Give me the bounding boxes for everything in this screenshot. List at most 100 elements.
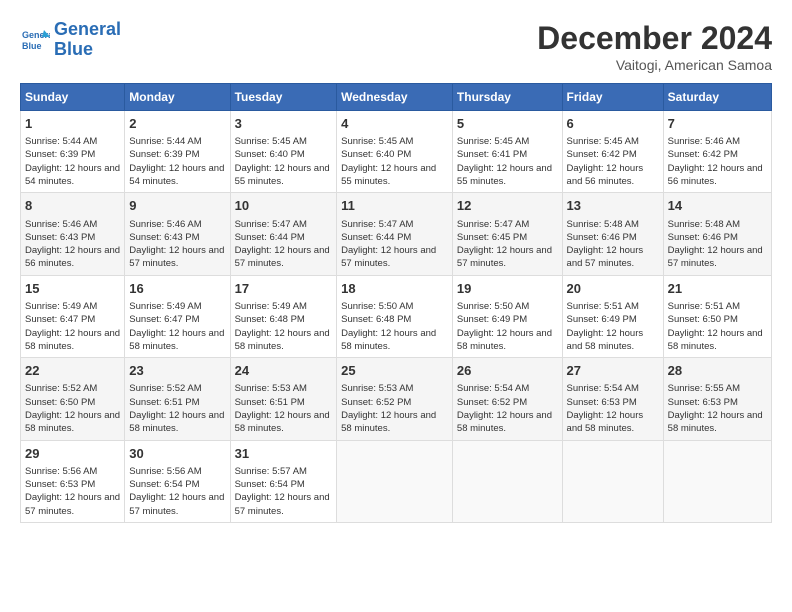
calendar-cell: 28Sunrise: 5:55 AMSunset: 6:53 PMDayligh…: [663, 358, 771, 440]
col-header-friday: Friday: [562, 84, 663, 111]
day-number: 21: [668, 280, 767, 298]
daylight-label: Daylight: 12 hours and 58 minutes.: [567, 328, 644, 352]
sunrise: Sunrise: 5:49 AM: [129, 301, 201, 312]
calendar-cell: 27Sunrise: 5:54 AMSunset: 6:53 PMDayligh…: [562, 358, 663, 440]
calendar-cell: [663, 440, 771, 522]
calendar-cell: 25Sunrise: 5:53 AMSunset: 6:52 PMDayligh…: [337, 358, 453, 440]
header-row: SundayMondayTuesdayWednesdayThursdayFrid…: [21, 84, 772, 111]
main-title: December 2024: [537, 20, 772, 57]
sunset: Sunset: 6:47 PM: [129, 314, 199, 325]
sunrise: Sunrise: 5:45 AM: [341, 136, 413, 147]
daylight-label: Daylight: 12 hours and 58 minutes.: [341, 328, 436, 352]
calendar-cell: 18Sunrise: 5:50 AMSunset: 6:48 PMDayligh…: [337, 275, 453, 357]
sunset: Sunset: 6:44 PM: [341, 232, 411, 243]
calendar-table: SundayMondayTuesdayWednesdayThursdayFrid…: [20, 83, 772, 523]
daylight-label: Daylight: 12 hours and 57 minutes.: [129, 492, 224, 516]
svg-text:Blue: Blue: [22, 41, 42, 51]
daylight-label: Daylight: 12 hours and 57 minutes.: [341, 245, 436, 269]
daylight-label: Daylight: 12 hours and 56 minutes.: [567, 163, 644, 187]
sunset: Sunset: 6:49 PM: [567, 314, 637, 325]
calendar-cell: 29Sunrise: 5:56 AMSunset: 6:53 PMDayligh…: [21, 440, 125, 522]
sunset: Sunset: 6:51 PM: [129, 397, 199, 408]
sunrise: Sunrise: 5:52 AM: [25, 383, 97, 394]
calendar-cell: 8Sunrise: 5:46 AMSunset: 6:43 PMDaylight…: [21, 193, 125, 275]
sunrise: Sunrise: 5:55 AM: [668, 383, 740, 394]
sub-title: Vaitogi, American Samoa: [537, 57, 772, 73]
sunset: Sunset: 6:53 PM: [25, 479, 95, 490]
daylight-label: Daylight: 12 hours and 56 minutes.: [668, 163, 763, 187]
title-area: December 2024 Vaitogi, American Samoa: [537, 20, 772, 73]
logo: General Blue General Blue: [20, 20, 121, 60]
col-header-saturday: Saturday: [663, 84, 771, 111]
week-row-3: 15Sunrise: 5:49 AMSunset: 6:47 PMDayligh…: [21, 275, 772, 357]
day-number: 19: [457, 280, 558, 298]
day-number: 20: [567, 280, 659, 298]
sunset: Sunset: 6:44 PM: [235, 232, 305, 243]
sunset: Sunset: 6:52 PM: [457, 397, 527, 408]
day-number: 18: [341, 280, 448, 298]
calendar-cell: 7Sunrise: 5:46 AMSunset: 6:42 PMDaylight…: [663, 111, 771, 193]
sunrise: Sunrise: 5:54 AM: [567, 383, 639, 394]
day-number: 14: [668, 197, 767, 215]
daylight-label: Daylight: 12 hours and 58 minutes.: [457, 328, 552, 352]
sunrise: Sunrise: 5:46 AM: [129, 219, 201, 230]
sunset: Sunset: 6:39 PM: [25, 149, 95, 160]
daylight-label: Daylight: 12 hours and 57 minutes.: [235, 492, 330, 516]
calendar-cell: 23Sunrise: 5:52 AMSunset: 6:51 PMDayligh…: [125, 358, 230, 440]
day-number: 13: [567, 197, 659, 215]
sunset: Sunset: 6:53 PM: [567, 397, 637, 408]
daylight-label: Daylight: 12 hours and 58 minutes.: [668, 410, 763, 434]
logo-icon: General Blue: [20, 25, 50, 55]
daylight-label: Daylight: 12 hours and 58 minutes.: [235, 410, 330, 434]
daylight-label: Daylight: 12 hours and 56 minutes.: [25, 245, 120, 269]
sunset: Sunset: 6:49 PM: [457, 314, 527, 325]
daylight-label: Daylight: 12 hours and 55 minutes.: [457, 163, 552, 187]
calendar-cell: 1Sunrise: 5:44 AMSunset: 6:39 PMDaylight…: [21, 111, 125, 193]
calendar-cell: 24Sunrise: 5:53 AMSunset: 6:51 PMDayligh…: [230, 358, 337, 440]
sunset: Sunset: 6:46 PM: [567, 232, 637, 243]
day-number: 2: [129, 115, 225, 133]
day-number: 16: [129, 280, 225, 298]
day-number: 29: [25, 445, 120, 463]
logo-text: General Blue: [54, 20, 121, 60]
col-header-thursday: Thursday: [452, 84, 562, 111]
calendar-cell: 6Sunrise: 5:45 AMSunset: 6:42 PMDaylight…: [562, 111, 663, 193]
sunrise: Sunrise: 5:47 AM: [457, 219, 529, 230]
sunset: Sunset: 6:47 PM: [25, 314, 95, 325]
day-number: 27: [567, 362, 659, 380]
sunset: Sunset: 6:45 PM: [457, 232, 527, 243]
sunrise: Sunrise: 5:52 AM: [129, 383, 201, 394]
calendar-cell: 3Sunrise: 5:45 AMSunset: 6:40 PMDaylight…: [230, 111, 337, 193]
day-number: 26: [457, 362, 558, 380]
calendar-cell: [452, 440, 562, 522]
sunset: Sunset: 6:48 PM: [235, 314, 305, 325]
calendar-cell: 12Sunrise: 5:47 AMSunset: 6:45 PMDayligh…: [452, 193, 562, 275]
daylight-label: Daylight: 12 hours and 57 minutes.: [567, 245, 644, 269]
calendar-cell: 21Sunrise: 5:51 AMSunset: 6:50 PMDayligh…: [663, 275, 771, 357]
daylight-label: Daylight: 12 hours and 55 minutes.: [235, 163, 330, 187]
sunset: Sunset: 6:42 PM: [668, 149, 738, 160]
daylight-label: Daylight: 12 hours and 57 minutes.: [235, 245, 330, 269]
sunrise: Sunrise: 5:51 AM: [567, 301, 639, 312]
sunrise: Sunrise: 5:49 AM: [25, 301, 97, 312]
day-number: 10: [235, 197, 333, 215]
calendar-cell: 16Sunrise: 5:49 AMSunset: 6:47 PMDayligh…: [125, 275, 230, 357]
sunset: Sunset: 6:41 PM: [457, 149, 527, 160]
sunrise: Sunrise: 5:49 AM: [235, 301, 307, 312]
daylight-label: Daylight: 12 hours and 58 minutes.: [341, 410, 436, 434]
day-number: 17: [235, 280, 333, 298]
day-number: 9: [129, 197, 225, 215]
sunset: Sunset: 6:52 PM: [341, 397, 411, 408]
day-number: 12: [457, 197, 558, 215]
sunrise: Sunrise: 5:50 AM: [341, 301, 413, 312]
sunrise: Sunrise: 5:51 AM: [668, 301, 740, 312]
daylight-label: Daylight: 12 hours and 57 minutes.: [129, 245, 224, 269]
day-number: 1: [25, 115, 120, 133]
sunrise: Sunrise: 5:50 AM: [457, 301, 529, 312]
sunrise: Sunrise: 5:45 AM: [567, 136, 639, 147]
calendar-cell: 10Sunrise: 5:47 AMSunset: 6:44 PMDayligh…: [230, 193, 337, 275]
calendar-cell: 13Sunrise: 5:48 AMSunset: 6:46 PMDayligh…: [562, 193, 663, 275]
sunrise: Sunrise: 5:56 AM: [25, 466, 97, 477]
day-number: 31: [235, 445, 333, 463]
col-header-sunday: Sunday: [21, 84, 125, 111]
